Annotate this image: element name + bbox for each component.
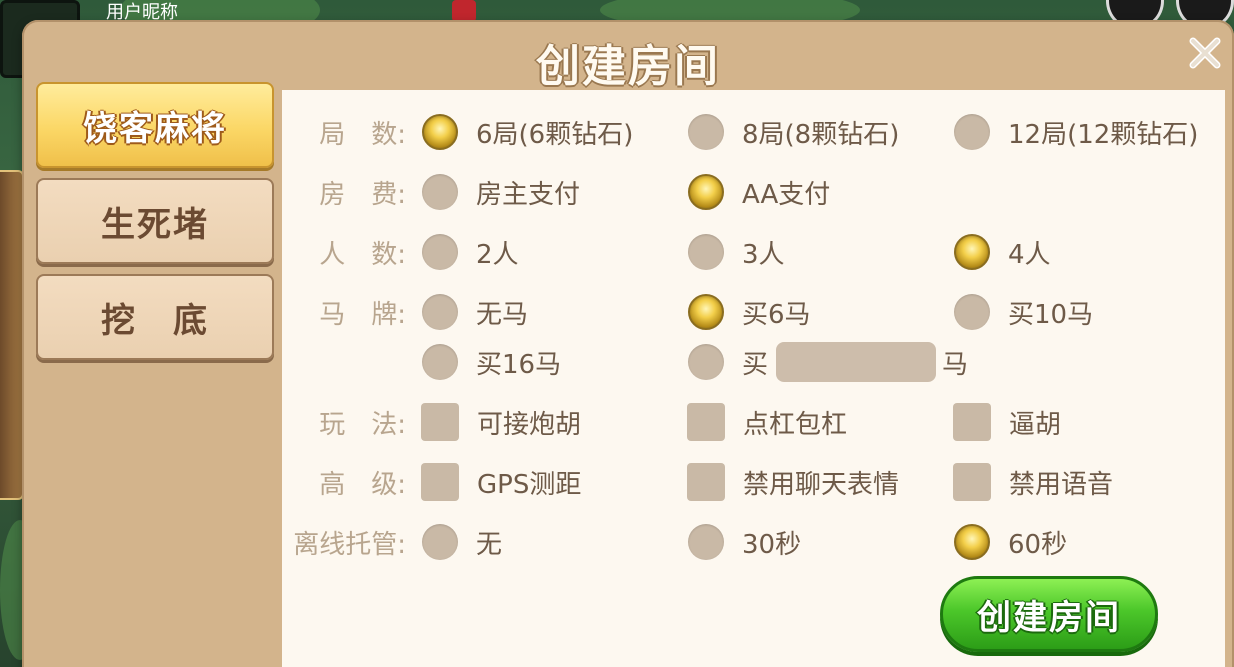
game-logo-mark	[452, 0, 476, 22]
fee-label: 房 费:	[319, 179, 406, 210]
option-label: 逼胡	[1009, 409, 1062, 440]
players-option-2[interactable]: 2人	[422, 234, 519, 271]
rounds-label: 局 数:	[319, 119, 406, 150]
create-room-button[interactable]: 创建房间	[940, 576, 1158, 652]
radio[interactable]	[688, 234, 724, 270]
option-label: 60秒	[1008, 529, 1068, 560]
horses-option-custom[interactable]: 买 马	[688, 342, 968, 382]
fee-option-aa[interactable]: AA支付	[688, 174, 830, 211]
option-label: 3人	[742, 239, 785, 270]
custom-suffix: 马	[942, 349, 969, 380]
rounds-option-12[interactable]: 12局(12颗钻石)	[954, 114, 1198, 151]
radio-selected[interactable]	[688, 174, 724, 210]
option-label: 房主支付	[476, 179, 581, 210]
radio[interactable]	[688, 524, 724, 560]
advanced-option-no-voice[interactable]: 禁用语音	[953, 463, 1113, 501]
players-label: 人 数:	[319, 239, 406, 270]
radio-selected[interactable]	[954, 524, 990, 560]
custom-horse-count-input[interactable]	[776, 342, 937, 382]
advanced-option-no-emoji[interactable]: 禁用聊天表情	[687, 463, 899, 501]
option-label: 禁用语音	[1009, 469, 1114, 500]
horses-label: 马 牌:	[319, 299, 406, 330]
advanced-option-gps[interactable]: GPS测距	[421, 463, 581, 501]
radio[interactable]	[688, 114, 724, 150]
offline-option-none[interactable]: 无	[422, 524, 502, 561]
option-label: 4人	[1008, 239, 1051, 270]
radio[interactable]	[954, 114, 990, 150]
rules-option-bihu[interactable]: 逼胡	[953, 403, 1061, 441]
radio-selected[interactable]	[688, 294, 724, 330]
offline-label: 离线托管:	[293, 529, 406, 560]
option-label: GPS测距	[477, 469, 582, 500]
side-card	[0, 170, 24, 500]
radio[interactable]	[422, 174, 458, 210]
radio[interactable]	[422, 234, 458, 270]
option-label: 30秒	[742, 529, 802, 560]
option-label: 2人	[476, 239, 519, 270]
option-label: 买10马	[1008, 299, 1094, 330]
horses-option-16[interactable]: 买16马	[422, 344, 561, 381]
option-label: 无	[476, 529, 503, 560]
option-label: 点杠包杠	[743, 409, 848, 440]
radio[interactable]	[422, 344, 458, 380]
rules-option-jiepao[interactable]: 可接炮胡	[421, 403, 581, 441]
option-label: 禁用聊天表情	[743, 469, 900, 500]
checkbox[interactable]	[421, 403, 459, 441]
rounds-option-8[interactable]: 8局(8颗钻石)	[688, 114, 899, 151]
horses-option-none[interactable]: 无马	[422, 294, 528, 331]
option-label: AA支付	[742, 179, 831, 210]
option-label: 8局(8颗钻石)	[742, 119, 900, 150]
tab-wadi[interactable]: 挖 底	[36, 274, 274, 360]
checkbox[interactable]	[953, 403, 991, 441]
horses-option-6[interactable]: 买6马	[688, 294, 811, 331]
fee-option-owner[interactable]: 房主支付	[422, 174, 580, 211]
radio[interactable]	[954, 294, 990, 330]
radio-selected[interactable]	[422, 114, 458, 150]
close-button[interactable]	[1186, 34, 1224, 72]
game-type-tabs: 饶客麻将 生死堵 挖 底	[36, 82, 274, 370]
checkbox[interactable]	[687, 403, 725, 441]
checkbox[interactable]	[421, 463, 459, 501]
checkbox[interactable]	[687, 463, 725, 501]
option-label: 无马	[476, 299, 529, 330]
option-label: 6局(6颗钻石)	[476, 119, 634, 150]
rules-label: 玩 法:	[319, 409, 406, 440]
options-panel: 局 数: 6局(6颗钻石) 8局(8颗钻石) 12局(12颗钻石) 房 费: 房…	[282, 90, 1225, 667]
tab-raoke-mahjong[interactable]: 饶客麻将	[36, 82, 274, 168]
create-room-dialog: 创建房间 饶客麻将 生死堵 挖 底 局 数: 6局(6颗钻石) 8局(8颗钻石)…	[22, 20, 1234, 667]
offline-option-30[interactable]: 30秒	[688, 524, 801, 561]
horses-option-10[interactable]: 买10马	[954, 294, 1093, 331]
advanced-label: 高 级:	[319, 469, 406, 500]
offline-option-60[interactable]: 60秒	[954, 524, 1067, 561]
rounds-option-6[interactable]: 6局(6颗钻石)	[422, 114, 633, 151]
radio[interactable]	[422, 294, 458, 330]
option-label: 买6马	[742, 299, 811, 330]
tab-shengsidu[interactable]: 生死堵	[36, 178, 274, 264]
option-label: 12局(12颗钻石)	[1008, 119, 1199, 150]
radio-selected[interactable]	[954, 234, 990, 270]
close-icon	[1189, 37, 1221, 69]
option-label: 买16马	[476, 349, 562, 380]
custom-prefix: 买	[742, 349, 769, 380]
rules-option-diangang[interactable]: 点杠包杠	[687, 403, 847, 441]
players-option-3[interactable]: 3人	[688, 234, 785, 271]
checkbox[interactable]	[953, 463, 991, 501]
radio[interactable]	[422, 524, 458, 560]
radio[interactable]	[688, 344, 724, 380]
option-label: 可接炮胡	[477, 409, 582, 440]
players-option-4[interactable]: 4人	[954, 234, 1051, 271]
